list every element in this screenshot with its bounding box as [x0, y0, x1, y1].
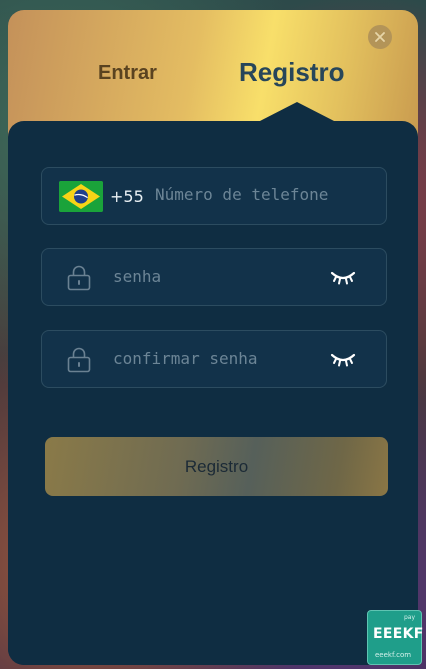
active-tab-pointer	[258, 102, 336, 122]
lock-icon	[67, 265, 91, 291]
password-input[interactable]	[113, 267, 313, 286]
badge-url-text: eeekf.com	[375, 651, 412, 659]
confirm-password-input[interactable]	[113, 349, 313, 368]
register-submit-button[interactable]: Registro	[45, 437, 388, 496]
close-icon	[375, 32, 385, 42]
eye-closed-icon[interactable]	[330, 351, 356, 369]
tab-register[interactable]: Registro	[239, 57, 344, 88]
close-button[interactable]	[368, 25, 392, 49]
phone-input[interactable]	[155, 185, 375, 204]
password-field	[41, 248, 387, 306]
badge-top-text: pay	[403, 614, 415, 621]
dial-code[interactable]: +55	[110, 187, 144, 206]
confirm-password-field	[41, 330, 387, 388]
eye-closed-icon[interactable]	[330, 269, 356, 287]
phone-field: +55	[41, 167, 387, 225]
badge-brand-text: EEEKF	[373, 626, 424, 642]
eeekf-watermark-badge[interactable]: pay EEEKF eeekf.com	[367, 610, 424, 665]
brazil-flag-icon[interactable]	[59, 181, 103, 212]
tab-login[interactable]: Entrar	[98, 62, 157, 85]
register-modal: Entrar Registro +55 Número de telefone R…	[8, 10, 418, 665]
lock-icon	[67, 347, 91, 373]
